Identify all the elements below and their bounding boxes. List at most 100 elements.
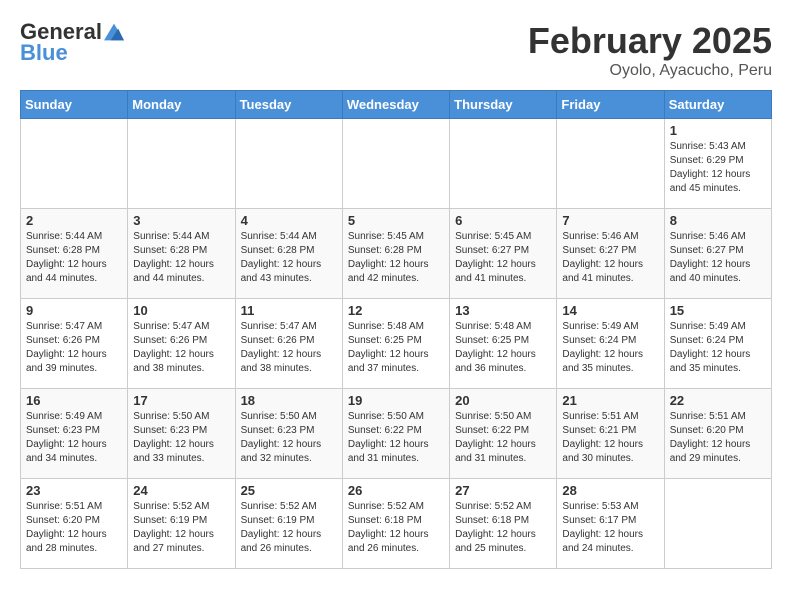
title-block: February 2025 Oyolo, Ayacucho, Peru [528,20,772,80]
table-cell: 12 Sunrise: 5:48 AM Sunset: 6:25 PM Dayli… [342,299,449,389]
calendar-title: February 2025 [528,20,772,62]
day-number: 23 [26,483,122,498]
day-number: 27 [455,483,551,498]
day-info: Sunrise: 5:50 AM Sunset: 6:22 PM Dayligh… [455,410,551,466]
table-cell [235,119,342,209]
day-info: Sunrise: 5:50 AM Sunset: 6:23 PM Dayligh… [241,410,337,466]
day-info: Sunrise: 5:52 AM Sunset: 6:18 PM Dayligh… [455,500,551,556]
day-number: 24 [133,483,229,498]
day-number: 16 [26,393,122,408]
day-number: 2 [26,213,122,228]
day-info: Sunrise: 5:43 AM Sunset: 6:29 PM Dayligh… [670,140,766,196]
table-cell: 5Sunrise: 5:45 AM Sunset: 6:28 PM Daylig… [342,209,449,299]
day-info: Sunrise: 5:47 AM Sunset: 6:26 PM Dayligh… [241,320,337,376]
day-number: 10 [133,303,229,318]
day-number: 6 [455,213,551,228]
day-number: 7 [562,213,658,228]
day-number: 4 [241,213,337,228]
table-cell: 26 Sunrise: 5:52 AM Sunset: 6:18 PM Dayli… [342,479,449,569]
day-info: Sunrise: 5:52 AM Sunset: 6:18 PM Dayligh… [348,500,444,556]
week-row-0: 1 Sunrise: 5:43 AM Sunset: 6:29 PM Daylig… [21,119,772,209]
table-cell: 11 Sunrise: 5:47 AM Sunset: 6:26 PM Dayli… [235,299,342,389]
day-info: Sunrise: 5:45 AM Sunset: 6:27 PM Dayligh… [455,230,551,286]
table-cell: 3Sunrise: 5:44 AM Sunset: 6:28 PM Daylig… [128,209,235,299]
col-thursday: Thursday [450,91,557,119]
table-cell [557,119,664,209]
table-cell: 6 Sunrise: 5:45 AM Sunset: 6:27 PM Daylig… [450,209,557,299]
col-tuesday: Tuesday [235,91,342,119]
day-info: Sunrise: 5:51 AM Sunset: 6:20 PM Dayligh… [670,410,766,466]
day-number: 17 [133,393,229,408]
day-info: Sunrise: 5:46 AM Sunset: 6:27 PM Dayligh… [562,230,658,286]
day-number: 11 [241,303,337,318]
table-cell [342,119,449,209]
day-number: 5 [348,213,444,228]
table-cell: 9 Sunrise: 5:47 AM Sunset: 6:26 PM Daylig… [21,299,128,389]
table-cell: 16 Sunrise: 5:49 AM Sunset: 6:23 PM Dayli… [21,389,128,479]
table-cell: 15 Sunrise: 5:49 AM Sunset: 6:24 PM Dayli… [664,299,771,389]
day-info: Sunrise: 5:48 AM Sunset: 6:25 PM Dayligh… [455,320,551,376]
calendar-subtitle: Oyolo, Ayacucho, Peru [528,62,772,80]
table-cell: 18 Sunrise: 5:50 AM Sunset: 6:23 PM Dayli… [235,389,342,479]
table-cell: 14 Sunrise: 5:49 AM Sunset: 6:24 PM Dayli… [557,299,664,389]
table-cell: 23 Sunrise: 5:51 AM Sunset: 6:20 PM Dayli… [21,479,128,569]
week-row-2: 9 Sunrise: 5:47 AM Sunset: 6:26 PM Daylig… [21,299,772,389]
table-cell: 27 Sunrise: 5:52 AM Sunset: 6:18 PM Dayli… [450,479,557,569]
week-row-1: 2 Sunrise: 5:44 AM Sunset: 6:28 PM Daylig… [21,209,772,299]
calendar-header-row: Sunday Monday Tuesday Wednesday Thursday… [21,91,772,119]
table-cell [21,119,128,209]
week-row-4: 23 Sunrise: 5:51 AM Sunset: 6:20 PM Dayli… [21,479,772,569]
day-info: Sunrise: 5:53 AM Sunset: 6:17 PM Dayligh… [562,500,658,556]
table-cell: 24 Sunrise: 5:52 AM Sunset: 6:19 PM Dayli… [128,479,235,569]
day-info: Sunrise: 5:44 AM Sunset: 6:28 PM Dayligh… [241,230,337,286]
table-cell: 10 Sunrise: 5:47 AM Sunset: 6:26 PM Dayli… [128,299,235,389]
day-info: Sunrise: 5:46 AM Sunset: 6:27 PM Dayligh… [670,230,766,286]
day-number: 20 [455,393,551,408]
day-info: Sunrise: 5:47 AM Sunset: 6:26 PM Dayligh… [26,320,122,376]
day-info: Sunrise: 5:52 AM Sunset: 6:19 PM Dayligh… [241,500,337,556]
day-info: Sunrise: 5:49 AM Sunset: 6:24 PM Dayligh… [670,320,766,376]
day-info: Sunrise: 5:47 AM Sunset: 6:26 PM Dayligh… [133,320,229,376]
day-info: Sunrise: 5:50 AM Sunset: 6:22 PM Dayligh… [348,410,444,466]
day-info: Sunrise: 5:49 AM Sunset: 6:23 PM Dayligh… [26,410,122,466]
table-cell: 19 Sunrise: 5:50 AM Sunset: 6:22 PM Dayli… [342,389,449,479]
day-number: 19 [348,393,444,408]
table-cell [450,119,557,209]
col-saturday: Saturday [664,91,771,119]
col-friday: Friday [557,91,664,119]
day-info: Sunrise: 5:48 AM Sunset: 6:25 PM Dayligh… [348,320,444,376]
day-number: 8 [670,213,766,228]
day-number: 1 [670,123,766,138]
day-number: 25 [241,483,337,498]
day-info: Sunrise: 5:51 AM Sunset: 6:21 PM Dayligh… [562,410,658,466]
table-cell: 7 Sunrise: 5:46 AM Sunset: 6:27 PM Daylig… [557,209,664,299]
day-number: 22 [670,393,766,408]
table-cell: 2 Sunrise: 5:44 AM Sunset: 6:28 PM Daylig… [21,209,128,299]
day-number: 9 [26,303,122,318]
table-cell: 20 Sunrise: 5:50 AM Sunset: 6:22 PM Dayli… [450,389,557,479]
day-number: 28 [562,483,658,498]
day-number: 13 [455,303,551,318]
day-info: Sunrise: 5:52 AM Sunset: 6:19 PM Dayligh… [133,500,229,556]
table-cell: 28 Sunrise: 5:53 AM Sunset: 6:17 PM Dayli… [557,479,664,569]
col-wednesday: Wednesday [342,91,449,119]
day-number: 15 [670,303,766,318]
day-number: 3 [133,213,229,228]
col-monday: Monday [128,91,235,119]
week-row-3: 16 Sunrise: 5:49 AM Sunset: 6:23 PM Dayli… [21,389,772,479]
day-number: 14 [562,303,658,318]
logo-icon [104,22,124,42]
day-info: Sunrise: 5:50 AM Sunset: 6:23 PM Dayligh… [133,410,229,466]
table-cell: 13 Sunrise: 5:48 AM Sunset: 6:25 PM Dayli… [450,299,557,389]
day-number: 26 [348,483,444,498]
page-header: General Blue February 2025 Oyolo, Ayacuc… [20,20,772,80]
day-number: 18 [241,393,337,408]
day-number: 21 [562,393,658,408]
table-cell: 25 Sunrise: 5:52 AM Sunset: 6:19 PM Dayli… [235,479,342,569]
day-number: 12 [348,303,444,318]
day-info: Sunrise: 5:49 AM Sunset: 6:24 PM Dayligh… [562,320,658,376]
logo: General Blue [20,20,124,66]
day-info: Sunrise: 5:51 AM Sunset: 6:20 PM Dayligh… [26,500,122,556]
table-cell [128,119,235,209]
day-info: Sunrise: 5:44 AM Sunset: 6:28 PM Dayligh… [26,230,122,286]
